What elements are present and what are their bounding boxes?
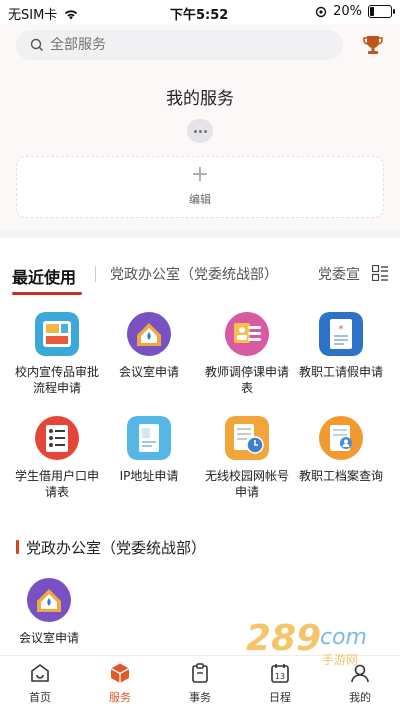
- app-label: 教职工请假申请: [298, 365, 383, 379]
- nav-label: 我的: [349, 691, 371, 704]
- wireless-account-icon: [225, 416, 269, 460]
- search-bar[interactable]: [16, 30, 343, 60]
- dot: [198, 129, 202, 133]
- meeting-room-icon: [27, 578, 71, 622]
- edit-services-button[interactable]: + 编辑: [16, 156, 384, 218]
- active-tab-indicator: [12, 292, 82, 295]
- app-poster-approval[interactable]: 校内宣传品审批流程申请: [12, 312, 102, 412]
- clock-text: 下午5:52: [170, 8, 229, 23]
- search-icon: [30, 38, 44, 52]
- svg-text:289: 289: [246, 618, 321, 659]
- meeting-room-icon: [127, 312, 171, 356]
- nav-home[interactable]: 首页: [0, 662, 80, 710]
- status-bar: 无SIM卡 下午5:52 20%: [0, 0, 400, 24]
- section-divider: [0, 230, 400, 238]
- app-staff-archive[interactable]: 教职工档案查询: [296, 416, 386, 516]
- tab-separator: [95, 266, 96, 282]
- app-teacher-schedule[interactable]: 教师调停课申请表: [202, 312, 292, 412]
- app-label: 会议室申请: [18, 631, 79, 645]
- watermark-logo: 289 com 手游网: [246, 618, 367, 667]
- app-label: 教职工档案查询: [298, 469, 383, 483]
- orientation-lock-icon: [315, 6, 327, 17]
- edit-label: 编辑: [189, 193, 211, 206]
- app-label: 无线校园网帐号申请: [204, 469, 289, 499]
- student-residence-icon: [35, 416, 79, 460]
- poster-icon: [35, 312, 79, 356]
- tab-recent[interactable]: 最近使用: [12, 264, 76, 288]
- app-label: IP地址申请: [119, 469, 179, 483]
- trophy-icon[interactable]: [360, 32, 386, 58]
- staff-archive-icon: [319, 416, 363, 460]
- wifi-icon: [65, 9, 78, 19]
- tab-party-publicity[interactable]: 党委宣: [318, 264, 364, 284]
- svg-text:*: *: [339, 324, 344, 335]
- service-cube-icon: [110, 663, 130, 683]
- nav-label: 首页: [29, 691, 51, 704]
- app-wireless-account[interactable]: 无线校园网帐号申请: [202, 416, 292, 516]
- section-marker: [16, 540, 19, 554]
- nav-label: 日程: [269, 691, 291, 704]
- app-label: 学生借用户口申请表: [14, 469, 99, 499]
- svg-text:com: com: [320, 625, 367, 650]
- more-button[interactable]: [187, 119, 213, 143]
- app-label: 教师调停课申请表: [204, 365, 289, 395]
- leave-request-icon: *: [319, 312, 363, 356]
- battery-icon: [368, 5, 395, 18]
- my-services-title: 我的服务: [166, 89, 234, 109]
- section-title: 党政办公室（党委统战部）: [26, 539, 207, 557]
- carrier-text: 无SIM卡: [8, 8, 58, 23]
- home-icon: [31, 664, 49, 682]
- category-tabs: 最近使用 党政办公室（党委统战部） 党委宣: [0, 252, 400, 296]
- nav-label: 服务: [109, 691, 131, 704]
- app-leave-request[interactable]: * 教职工请假申请: [296, 312, 386, 412]
- clipboard-icon: [192, 663, 208, 683]
- app-meeting-room[interactable]: 会议室申请: [104, 312, 194, 412]
- nav-service[interactable]: 服务: [80, 662, 160, 710]
- dot: [203, 129, 207, 133]
- app-label: 会议室申请: [118, 365, 179, 379]
- app-ip-address[interactable]: IP地址申请: [104, 416, 194, 516]
- nav-label: 事务: [189, 691, 211, 704]
- tab-party-office[interactable]: 党政办公室（党委统战部）: [110, 264, 278, 284]
- plus-icon: +: [190, 162, 210, 187]
- nav-affairs[interactable]: 事务: [160, 662, 240, 710]
- ip-address-icon: [127, 416, 171, 460]
- teacher-schedule-icon: [225, 312, 269, 356]
- dot: [193, 129, 197, 133]
- battery-percent: 20%: [333, 4, 362, 19]
- svg-text:手游网: 手游网: [322, 653, 358, 667]
- grid-menu-icon[interactable]: [372, 265, 388, 281]
- search-input[interactable]: [44, 36, 312, 54]
- app-label: 校内宣传品审批流程申请: [14, 365, 99, 395]
- app-student-residence[interactable]: 学生借用户口申请表: [12, 416, 102, 516]
- calendar-day: 13: [275, 672, 285, 681]
